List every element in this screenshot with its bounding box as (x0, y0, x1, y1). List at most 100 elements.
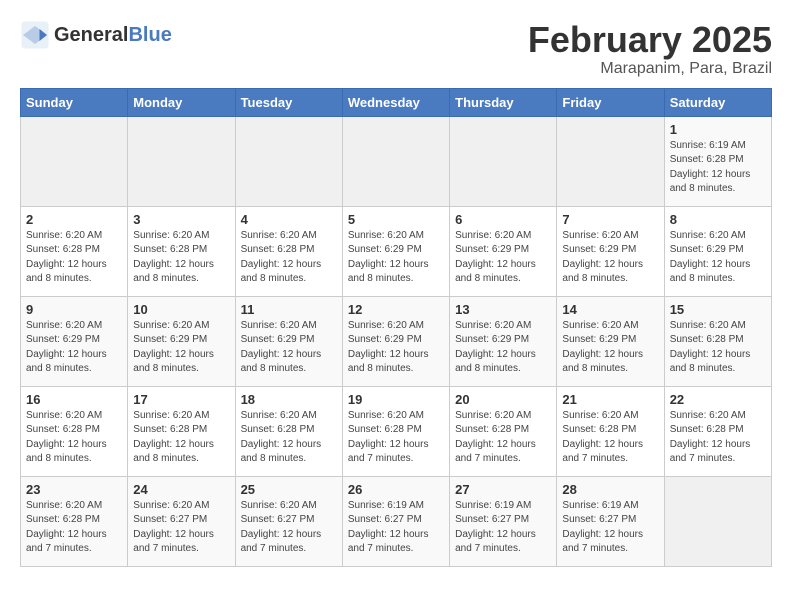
calendar-cell: 2 Sunrise: 6:20 AM Sunset: 6:28 PM Daylig… (21, 206, 128, 296)
title-area: February 2025 Marapanim, Para, Brazil (528, 20, 772, 78)
weekday-header-row: Sunday Monday Tuesday Wednesday Thursday… (21, 88, 772, 116)
day-number: 8 (670, 212, 766, 227)
day-info: Sunrise: 6:20 AM Sunset: 6:29 PM Dayligh… (241, 319, 337, 377)
day-number: 17 (133, 392, 229, 407)
day-info: Sunrise: 6:20 AM Sunset: 6:29 PM Dayligh… (670, 229, 766, 287)
header-thursday: Thursday (450, 88, 557, 116)
calendar-cell: 13Sunrise: 6:20 AM Sunset: 6:29 PM Dayli… (450, 296, 557, 386)
calendar-cell: 8 Sunrise: 6:20 AM Sunset: 6:29 PM Daylig… (664, 206, 771, 296)
day-number: 21 (562, 392, 658, 407)
day-number: 5 (348, 212, 444, 227)
calendar-subtitle: Marapanim, Para, Brazil (528, 60, 772, 78)
calendar-cell: 27 Sunrise: 6:19 AM Sunset: 6:27 PM Dayli… (450, 476, 557, 566)
day-info: Sunrise: 6:20 AM Sunset: 6:28 PM Dayligh… (26, 229, 122, 287)
calendar-cell: 14 Sunrise: 6:20 AM Sunset: 6:29 PM Dayli… (557, 296, 664, 386)
day-info: Sunrise: 6:19 AM Sunset: 6:27 PM Dayligh… (348, 499, 444, 557)
day-number: 3 (133, 212, 229, 227)
calendar-week-row: 1 Sunrise: 6:19 AM Sunset: 6:28 PM Daylig… (21, 116, 772, 206)
day-info: Sunrise: 6:20 AM Sunset: 6:28 PM Dayligh… (133, 229, 229, 287)
day-info: Sunrise: 6:20 AM Sunset: 6:29 PM Dayligh… (562, 319, 658, 377)
day-info: Sunrise: 6:20 AM Sunset: 6:28 PM Dayligh… (241, 229, 337, 287)
day-number: 23 (26, 482, 122, 497)
page-header: GeneralBlue February 2025 Marapanim, Par… (20, 20, 772, 78)
calendar-week-row: 9 Sunrise: 6:20 AM Sunset: 6:29 PM Daylig… (21, 296, 772, 386)
calendar-cell: 23 Sunrise: 6:20 AM Sunset: 6:28 PM Dayli… (21, 476, 128, 566)
day-info: Sunrise: 6:20 AM Sunset: 6:29 PM Dayligh… (26, 319, 122, 377)
logo-icon (20, 20, 50, 50)
day-info: Sunrise: 6:20 AM Sunset: 6:29 PM Dayligh… (562, 229, 658, 287)
calendar-cell: 24 Sunrise: 6:20 AM Sunset: 6:27 PM Dayli… (128, 476, 235, 566)
day-number: 1 (670, 122, 766, 137)
day-number: 25 (241, 482, 337, 497)
day-number: 20 (455, 392, 551, 407)
header-wednesday: Wednesday (342, 88, 449, 116)
calendar-cell: 4 Sunrise: 6:20 AM Sunset: 6:28 PM Daylig… (235, 206, 342, 296)
day-info: Sunrise: 6:20 AM Sunset: 6:28 PM Dayligh… (241, 409, 337, 467)
calendar-cell: 7 Sunrise: 6:20 AM Sunset: 6:29 PM Daylig… (557, 206, 664, 296)
day-info: Sunrise: 6:20 AM Sunset: 6:28 PM Dayligh… (26, 409, 122, 467)
day-number: 28 (562, 482, 658, 497)
calendar-cell: 17 Sunrise: 6:20 AM Sunset: 6:28 PM Dayli… (128, 386, 235, 476)
calendar-cell (128, 116, 235, 206)
calendar-cell: 20 Sunrise: 6:20 AM Sunset: 6:28 PM Dayli… (450, 386, 557, 476)
day-info: Sunrise: 6:20 AM Sunset: 6:28 PM Dayligh… (133, 409, 229, 467)
calendar-cell: 1 Sunrise: 6:19 AM Sunset: 6:28 PM Daylig… (664, 116, 771, 206)
day-number: 9 (26, 302, 122, 317)
header-monday: Monday (128, 88, 235, 116)
header-tuesday: Tuesday (235, 88, 342, 116)
day-number: 15 (670, 302, 766, 317)
calendar-cell (450, 116, 557, 206)
day-info: Sunrise: 6:20 AM Sunset: 6:28 PM Dayligh… (26, 499, 122, 557)
calendar-cell: 19 Sunrise: 6:20 AM Sunset: 6:28 PM Dayli… (342, 386, 449, 476)
calendar-cell: 12 Sunrise: 6:20 AM Sunset: 6:29 PM Dayli… (342, 296, 449, 386)
calendar-cell: 18 Sunrise: 6:20 AM Sunset: 6:28 PM Dayli… (235, 386, 342, 476)
day-number: 4 (241, 212, 337, 227)
day-number: 16 (26, 392, 122, 407)
calendar-table: Sunday Monday Tuesday Wednesday Thursday… (20, 88, 772, 567)
day-number: 10 (133, 302, 229, 317)
day-info: Sunrise: 6:19 AM Sunset: 6:27 PM Dayligh… (562, 499, 658, 557)
day-info: Sunrise: 6:20 AM Sunset: 6:28 PM Dayligh… (348, 409, 444, 467)
day-info: Sunrise: 6:20 AM Sunset: 6:27 PM Dayligh… (133, 499, 229, 557)
day-number: 14 (562, 302, 658, 317)
day-info: Sunrise: 6:20 AM Sunset: 6:28 PM Dayligh… (562, 409, 658, 467)
day-number: 18 (241, 392, 337, 407)
calendar-week-row: 16 Sunrise: 6:20 AM Sunset: 6:28 PM Dayli… (21, 386, 772, 476)
day-number: 2 (26, 212, 122, 227)
calendar-cell: 25 Sunrise: 6:20 AM Sunset: 6:27 PM Dayli… (235, 476, 342, 566)
logo: GeneralBlue (20, 20, 172, 50)
header-saturday: Saturday (664, 88, 771, 116)
calendar-cell: 9 Sunrise: 6:20 AM Sunset: 6:29 PM Daylig… (21, 296, 128, 386)
day-info: Sunrise: 6:20 AM Sunset: 6:28 PM Dayligh… (670, 319, 766, 377)
day-number: 24 (133, 482, 229, 497)
calendar-cell: 15 Sunrise: 6:20 AM Sunset: 6:28 PM Dayli… (664, 296, 771, 386)
calendar-cell: 5 Sunrise: 6:20 AM Sunset: 6:29 PM Daylig… (342, 206, 449, 296)
calendar-cell: 28 Sunrise: 6:19 AM Sunset: 6:27 PM Dayli… (557, 476, 664, 566)
day-number: 12 (348, 302, 444, 317)
day-number: 22 (670, 392, 766, 407)
day-number: 27 (455, 482, 551, 497)
day-number: 11 (241, 302, 337, 317)
header-sunday: Sunday (21, 88, 128, 116)
day-info: Sunrise: 6:20 AM Sunset: 6:29 PM Dayligh… (133, 319, 229, 377)
day-number: 7 (562, 212, 658, 227)
calendar-cell: 3 Sunrise: 6:20 AM Sunset: 6:28 PM Daylig… (128, 206, 235, 296)
calendar-cell (664, 476, 771, 566)
day-info: Sunrise: 6:20 AM Sunset: 6:29 PM Dayligh… (348, 319, 444, 377)
calendar-cell (342, 116, 449, 206)
calendar-cell (21, 116, 128, 206)
calendar-cell (557, 116, 664, 206)
calendar-title: February 2025 (528, 20, 772, 60)
header-friday: Friday (557, 88, 664, 116)
calendar-cell: 10 Sunrise: 6:20 AM Sunset: 6:29 PM Dayli… (128, 296, 235, 386)
calendar-cell (235, 116, 342, 206)
day-info: Sunrise: 6:20 AM Sunset: 6:28 PM Dayligh… (670, 409, 766, 467)
day-info: Sunrise: 6:20 AM Sunset: 6:27 PM Dayligh… (241, 499, 337, 557)
day-info: Sunrise: 6:20 AM Sunset: 6:28 PM Dayligh… (455, 409, 551, 467)
calendar-week-row: 23 Sunrise: 6:20 AM Sunset: 6:28 PM Dayli… (21, 476, 772, 566)
day-info: Sunrise: 6:19 AM Sunset: 6:27 PM Dayligh… (455, 499, 551, 557)
day-info: Sunrise: 6:19 AM Sunset: 6:28 PM Dayligh… (670, 139, 766, 197)
day-number: 19 (348, 392, 444, 407)
calendar-cell: 6Sunrise: 6:20 AM Sunset: 6:29 PM Daylig… (450, 206, 557, 296)
day-info: Sunrise: 6:20 AM Sunset: 6:29 PM Dayligh… (348, 229, 444, 287)
